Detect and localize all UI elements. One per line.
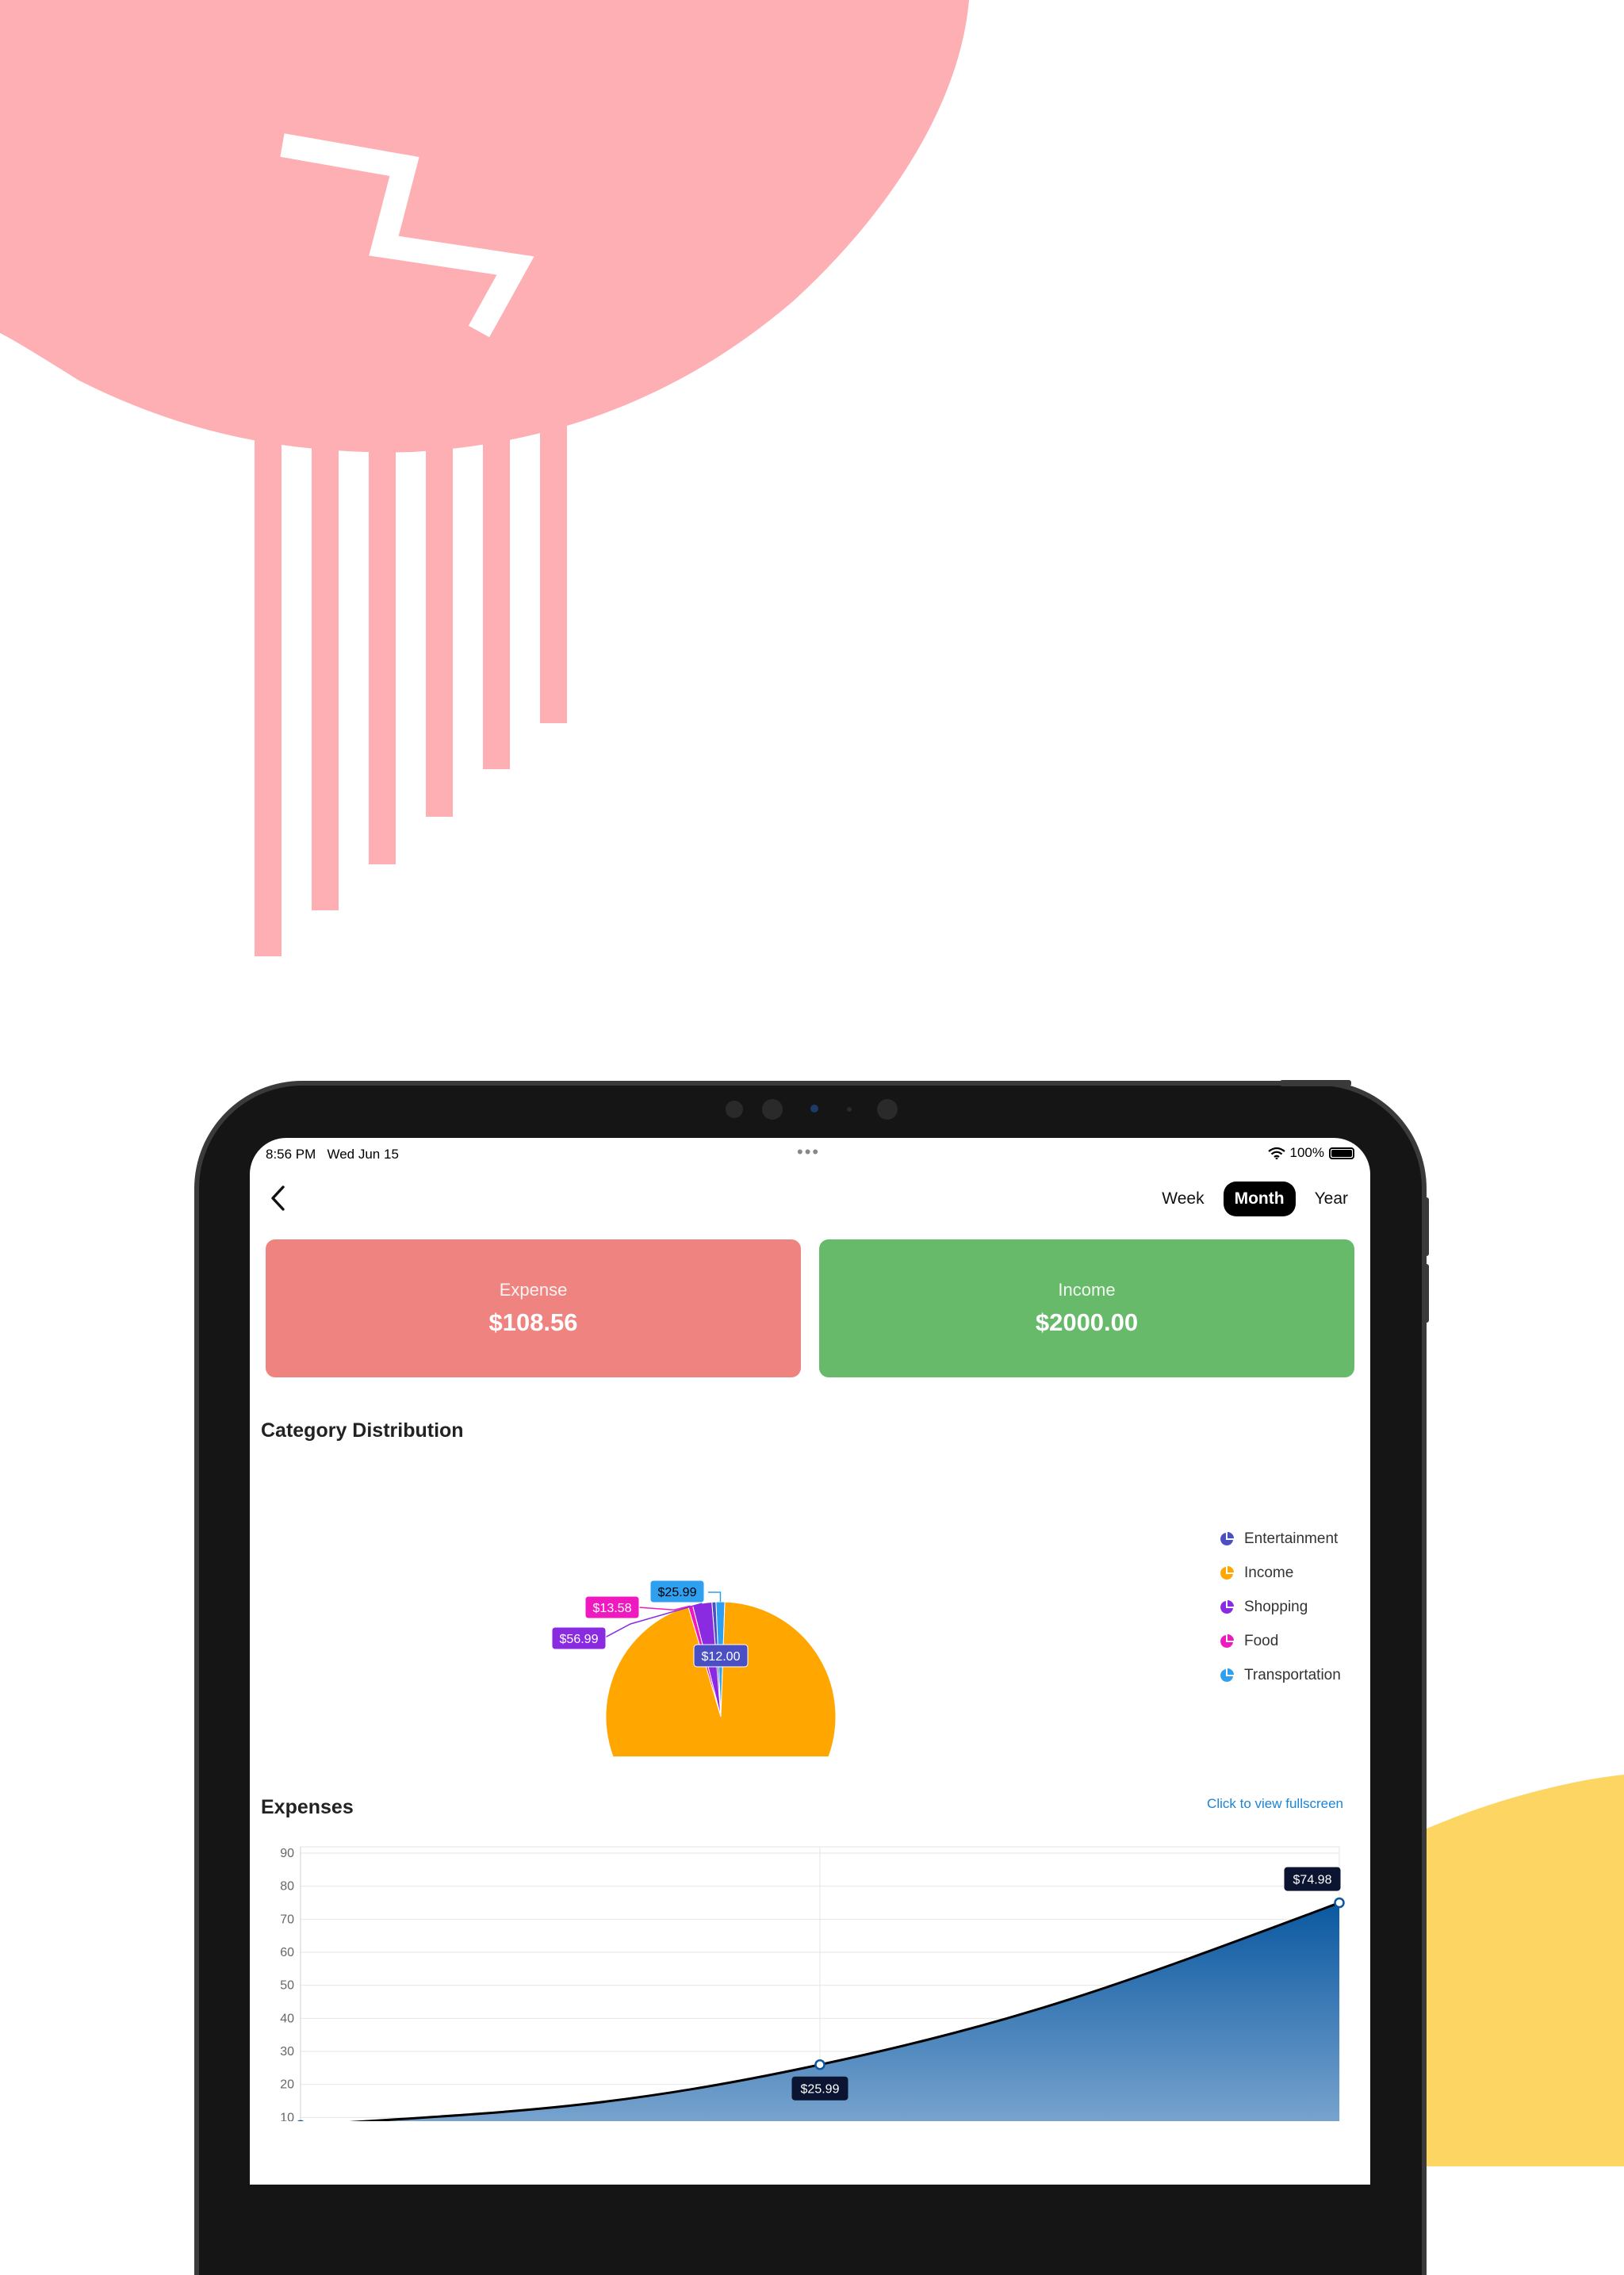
pink-stripes [255, 420, 567, 956]
legend-label: Transportation [1244, 1667, 1341, 1684]
svg-text:$25.99: $25.99 [658, 1586, 697, 1599]
svg-text:$56.99: $56.99 [560, 1633, 599, 1646]
volume-down-button [1423, 1264, 1429, 1323]
legend-label: Shopping [1244, 1599, 1308, 1616]
view-fullscreen-link[interactable]: Click to view fullscreen [1207, 1796, 1343, 1812]
svg-text:$74.98: $74.98 [1293, 1874, 1332, 1887]
pink-blob [0, 0, 969, 452]
svg-text:$13.58: $13.58 [593, 1602, 632, 1615]
income-card[interactable]: Income $2000.00 [819, 1239, 1354, 1377]
pie-label-entertainment: $12.00 [694, 1645, 748, 1667]
pie-chart-icon [1219, 1599, 1235, 1615]
pie-leader-line [708, 1592, 720, 1602]
category-section-title: Category Distribution [261, 1419, 464, 1442]
point-value-label: $74.98 [1285, 1867, 1341, 1891]
legend-item-shopping[interactable]: Shopping [1219, 1590, 1341, 1624]
legend-item-transportation[interactable]: Transportation [1219, 1658, 1341, 1692]
camera-sensor [847, 1107, 852, 1112]
camera-sensor [877, 1099, 898, 1120]
expenses-area-chart: 0102030405060708090$7.59$25.99$74.98 [250, 1836, 1370, 2121]
y-tick-label: 80 [280, 1880, 294, 1894]
pie-chart-icon [1219, 1668, 1235, 1683]
pie-chart-icon [1219, 1531, 1235, 1547]
data-point[interactable] [816, 2060, 825, 2069]
legend-label: Income [1244, 1565, 1293, 1582]
pie-legend: Entertainment Income Shopping Food Transport… [1219, 1522, 1341, 1692]
y-tick-label: 30 [280, 2045, 294, 2059]
expense-value: $108.56 [488, 1308, 577, 1337]
top-button [1280, 1080, 1351, 1086]
y-tick-label: 20 [280, 2078, 294, 2092]
camera-lens [810, 1105, 818, 1113]
tab-year[interactable]: Year [1304, 1182, 1359, 1216]
y-tick-label: 90 [280, 1847, 294, 1860]
legend-label: Food [1244, 1633, 1278, 1650]
y-tick-label: 40 [280, 2012, 294, 2025]
category-pie-chart: $25.99$13.58$56.99$12.00$2000.00 [250, 1455, 1370, 1756]
svg-text:$12.00: $12.00 [702, 1650, 741, 1664]
expense-card[interactable]: Expense $108.56 [266, 1239, 801, 1377]
volume-up-button [1423, 1197, 1429, 1256]
period-segmented-control: Week Month Year [1151, 1182, 1359, 1216]
y-tick-label: 60 [280, 1946, 294, 1959]
point-value-label: $25.99 [792, 2077, 848, 2101]
yellow-blob [1419, 1775, 1624, 2166]
expense-label: Expense [500, 1280, 568, 1300]
tab-week[interactable]: Week [1151, 1182, 1215, 1216]
legend-item-entertainment[interactable]: Entertainment [1219, 1522, 1341, 1556]
svg-text:$25.99: $25.99 [801, 2083, 840, 2097]
status-bar: 8:56 PM Wed Jun 15 ••• 100% [250, 1138, 1370, 1170]
income-label: Income [1058, 1280, 1115, 1300]
camera-sensor [762, 1099, 783, 1120]
nav-bar: Week Month Year [250, 1171, 1370, 1227]
data-point[interactable] [1335, 1898, 1344, 1907]
pie-chart-icon [1219, 1633, 1235, 1649]
y-tick-label: 70 [280, 1913, 294, 1926]
pie-chart-icon [1219, 1565, 1235, 1581]
camera-sensor [726, 1101, 743, 1118]
legend-label: Entertainment [1244, 1530, 1338, 1548]
battery-icon [1329, 1147, 1354, 1159]
tab-month[interactable]: Month [1224, 1182, 1296, 1216]
pie-label-food: $13.58 [585, 1596, 639, 1618]
y-tick-label: 10 [280, 2111, 294, 2121]
multitasking-dots[interactable]: ••• [797, 1142, 820, 1162]
back-chevron-icon[interactable] [262, 1181, 294, 1216]
app-screen: 8:56 PM Wed Jun 15 ••• 100% Week Month Y… [250, 1138, 1370, 2185]
status-time: 8:56 PM Wed Jun 15 [266, 1147, 399, 1162]
y-tick-label: 50 [280, 1979, 294, 1993]
legend-item-food[interactable]: Food [1219, 1624, 1341, 1658]
legend-item-income[interactable]: Income [1219, 1556, 1341, 1590]
pie-label-transportation: $25.99 [650, 1580, 704, 1603]
income-value: $2000.00 [1036, 1308, 1138, 1337]
battery-percent: 100% [1290, 1145, 1324, 1161]
pie-label-shopping: $56.99 [552, 1627, 606, 1649]
status-date: Wed Jun 15 [327, 1147, 398, 1162]
wifi-icon [1268, 1147, 1285, 1159]
expenses-section-title: Expenses [261, 1796, 354, 1819]
